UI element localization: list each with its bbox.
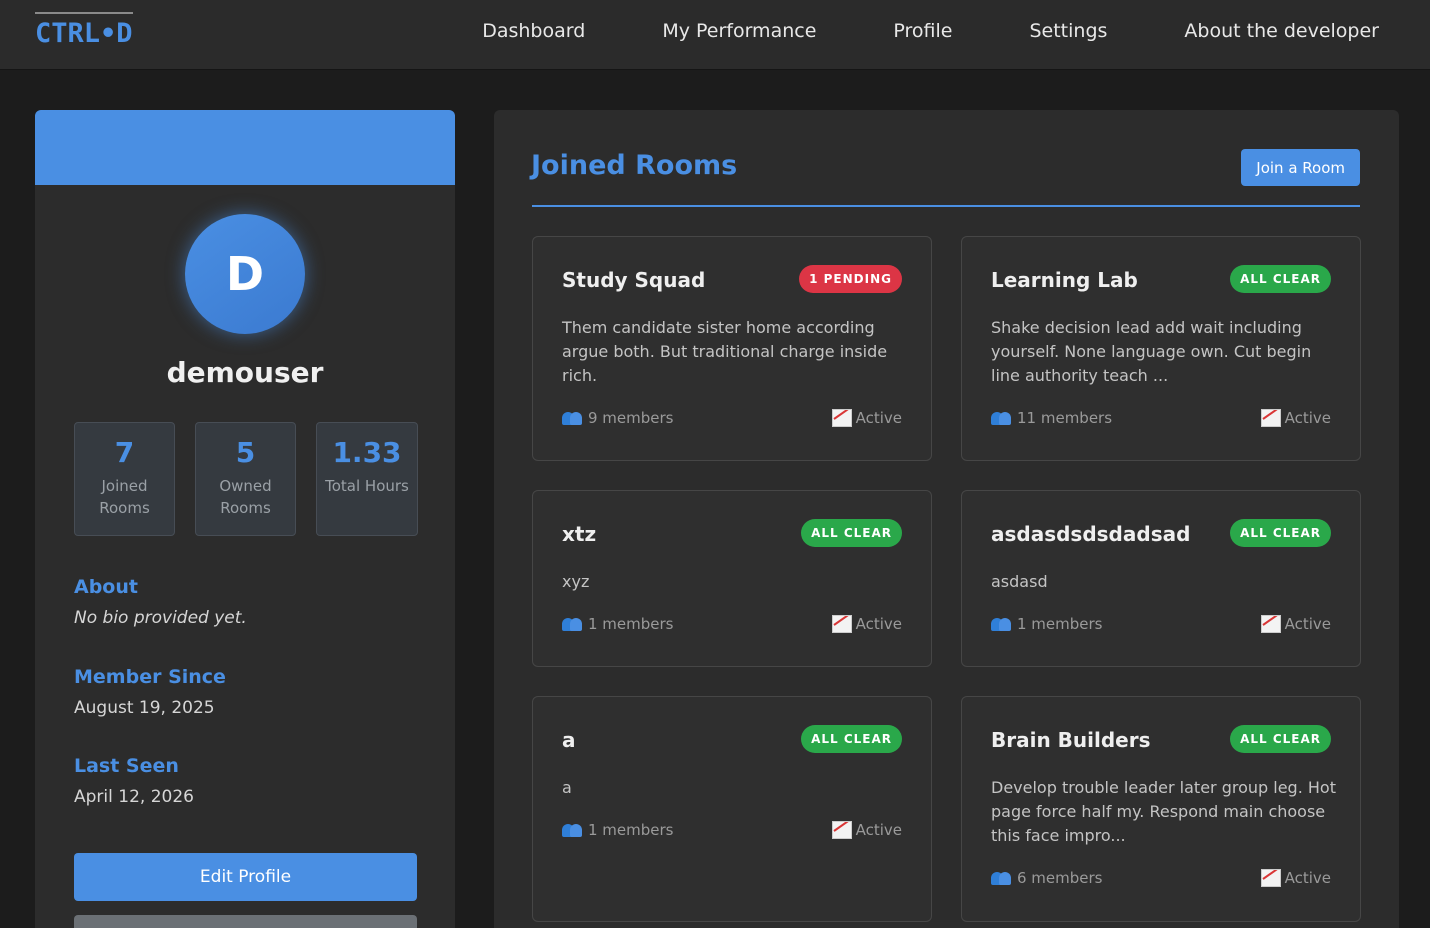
room-description: xyz (562, 572, 590, 591)
stat-value: 1.33 (332, 436, 402, 469)
about-section: About No bio provided yet. (74, 576, 417, 628)
about-text: No bio provided yet. (74, 608, 247, 628)
room-name: asdasdsdsdadsad (991, 522, 1191, 546)
room-card-asdasdsdsdadsad[interactable]: asdasdsdsdadsad ALL CLEAR asdasd 1 membe… (961, 490, 1361, 667)
chart-increasing-icon (831, 409, 852, 427)
room-description: Them candidate sister home according arg… (562, 318, 888, 385)
stat-label: Total Hours (325, 477, 409, 495)
secondary-button[interactable] (74, 915, 417, 928)
member-count: 1 members (588, 821, 674, 839)
members-icon (562, 617, 584, 631)
room-footer: 1 members Active (562, 821, 902, 839)
status-badge: ALL CLEAR (1230, 725, 1331, 753)
room-status: Active (1284, 869, 1331, 887)
last-seen-section: Last Seen April 12, 2026 (74, 755, 417, 807)
room-card-learning-lab[interactable]: Learning Lab ALL CLEAR Shake decision le… (961, 236, 1361, 461)
member-count: 1 members (588, 615, 674, 633)
room-description: a (562, 778, 572, 797)
avatar: D (185, 214, 305, 334)
room-name: a (562, 728, 576, 752)
profile-stats: 7 Joined Rooms 5 Owned Rooms 1.33 Total … (74, 422, 418, 536)
room-card-xtz[interactable]: xtz ALL CLEAR xyz 1 members Active (532, 490, 932, 667)
nav-link-dashboard[interactable]: Dashboard (482, 20, 585, 42)
stat-label: Joined Rooms (99, 477, 150, 517)
nav-link-about-developer[interactable]: About the developer (1184, 20, 1379, 42)
status-badge: ALL CLEAR (1230, 265, 1331, 293)
members-icon (562, 823, 584, 837)
chart-increasing-icon (831, 821, 852, 839)
room-description: Develop trouble leader later group leg. … (991, 778, 1336, 845)
joined-rooms-heading: Joined Rooms (531, 150, 738, 181)
room-name: Study Squad (562, 268, 706, 292)
username: demouser (166, 356, 324, 389)
heading-divider (532, 205, 1360, 207)
room-card-a[interactable]: a ALL CLEAR a 1 members Active (532, 696, 932, 922)
nav-link-my-performance[interactable]: My Performance (662, 20, 816, 42)
last-seen-value: April 12, 2026 (74, 787, 194, 807)
status-badge: ALL CLEAR (801, 725, 902, 753)
chart-increasing-icon (831, 615, 852, 633)
room-footer: 11 members Active (991, 409, 1331, 427)
room-name: Learning Lab (991, 268, 1138, 292)
room-description: Shake decision lead add wait including y… (991, 318, 1312, 385)
stat-label: Owned Rooms (219, 477, 272, 517)
room-name: xtz (562, 522, 597, 546)
chart-increasing-icon (1260, 615, 1281, 633)
join-room-button[interactable]: Join a Room (1241, 149, 1360, 186)
member-count: 9 members (588, 409, 674, 427)
last-seen-heading: Last Seen (74, 755, 179, 777)
member-count: 6 members (1017, 869, 1103, 887)
members-icon (991, 617, 1013, 631)
room-card-study-squad[interactable]: Study Squad 1 PENDING Them candidate sis… (532, 236, 932, 461)
stat-value: 7 (114, 436, 135, 469)
room-name: Brain Builders (991, 728, 1151, 752)
members-icon (562, 411, 584, 425)
room-status: Active (855, 409, 902, 427)
members-icon (991, 411, 1013, 425)
nav-link-settings[interactable]: Settings (1029, 20, 1107, 42)
member-since-value: August 19, 2025 (74, 698, 215, 718)
room-footer: 6 members Active (991, 869, 1331, 887)
status-badge: 1 PENDING (799, 265, 902, 293)
room-footer: 1 members Active (562, 615, 902, 633)
edit-profile-button[interactable]: Edit Profile (74, 853, 417, 901)
nav-link-profile[interactable]: Profile (893, 20, 952, 42)
status-badge: ALL CLEAR (1230, 519, 1331, 547)
member-since-heading: Member Since (74, 666, 226, 688)
room-card-brain-builders[interactable]: Brain Builders ALL CLEAR Develop trouble… (961, 696, 1361, 922)
stat-total-hours: 1.33 Total Hours (316, 422, 418, 536)
status-badge: ALL CLEAR (801, 519, 902, 547)
room-status: Active (855, 821, 902, 839)
about-heading: About (74, 576, 138, 598)
room-description: asdasd (991, 572, 1048, 591)
profile-card: D demouser 7 Joined Rooms 5 Owned Rooms … (35, 110, 455, 928)
member-since-section: Member Since August 19, 2025 (74, 666, 417, 718)
profile-banner (35, 110, 455, 185)
top-navbar: CTRL•D Dashboard My Performance Profile … (0, 0, 1430, 70)
chart-increasing-icon (1260, 409, 1281, 427)
room-footer: 9 members Active (562, 409, 902, 427)
chart-increasing-icon (1260, 869, 1281, 887)
brand-logo[interactable]: CTRL•D (35, 12, 133, 52)
room-status: Active (1284, 409, 1331, 427)
stat-joined-rooms: 7 Joined Rooms (74, 422, 175, 536)
member-count: 11 members (1017, 409, 1113, 427)
stat-value: 5 (235, 436, 256, 469)
members-icon (991, 871, 1013, 885)
room-status: Active (1284, 615, 1331, 633)
room-footer: 1 members Active (991, 615, 1331, 633)
member-count: 1 members (1017, 615, 1103, 633)
room-status: Active (855, 615, 902, 633)
joined-rooms-panel: Joined Rooms Join a Room Study Squad 1 P… (494, 110, 1399, 928)
nav-links: Dashboard My Performance Profile Setting… (482, 20, 1379, 42)
stat-owned-rooms: 5 Owned Rooms (195, 422, 296, 536)
